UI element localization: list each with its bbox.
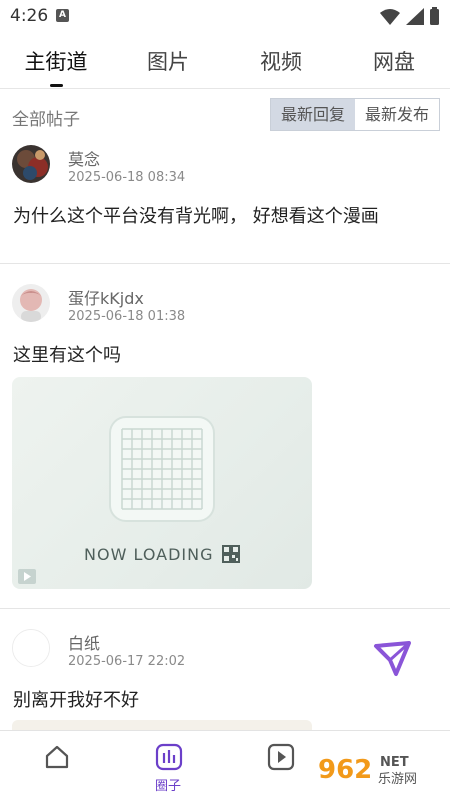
wifi-icon <box>380 9 400 25</box>
home-icon[interactable] <box>43 743 71 771</box>
tab-videos[interactable]: 视频 <box>225 46 337 76</box>
circle-chart-icon[interactable] <box>155 743 183 771</box>
qr-icon <box>222 545 240 563</box>
post-timestamp: 2025-06-18 08:34 <box>68 170 186 185</box>
nav-label-circle[interactable]: 圈子 <box>155 775 181 794</box>
top-tabs: 主街道 图片 视频 网盘 <box>0 38 450 89</box>
post-text: 这里有这个吗 <box>13 345 121 366</box>
post-text: 别离开我好不好 <box>13 690 139 711</box>
tab-netdisk[interactable]: 网盘 <box>338 46 450 76</box>
filter-bar: 全部帖子 最新回复 最新发布 <box>0 96 450 134</box>
avatar[interactable] <box>12 284 50 322</box>
signal-icon <box>406 8 424 25</box>
avatar[interactable] <box>12 629 50 667</box>
watermark-sub: 乐游网 <box>378 772 417 787</box>
post-timestamp: 2025-06-17 22:02 <box>68 654 186 669</box>
watermark-net: NET <box>380 755 409 770</box>
sort-segment: 最新回复 最新发布 <box>270 98 440 131</box>
status-bar: 4:26 A <box>0 0 450 32</box>
post-timestamp: 2025-06-18 01:38 <box>68 309 186 324</box>
all-posts-label: 全部帖子 <box>12 110 80 130</box>
post-divider <box>0 608 450 609</box>
post-divider <box>0 263 450 264</box>
active-tab-indicator <box>50 84 63 87</box>
play-icon <box>18 569 36 584</box>
avatar[interactable] <box>12 145 50 183</box>
notification-icon: A <box>56 9 69 22</box>
post-username: 白纸 <box>68 634 101 653</box>
status-time: 4:26 <box>10 6 49 26</box>
tab-main-street[interactable]: 主街道 <box>0 46 112 76</box>
system-icons <box>380 7 439 25</box>
post-image-preview[interactable] <box>12 720 312 730</box>
loading-grid-graphic <box>109 416 215 522</box>
share-icon[interactable] <box>372 638 412 678</box>
watermark-logo: 962 NET 乐游网 <box>312 745 447 789</box>
tab-pictures[interactable]: 图片 <box>112 46 224 76</box>
post-username: 莫念 <box>68 150 101 169</box>
post-username: 蛋仔kKjdx <box>68 289 144 308</box>
sort-latest-post-button[interactable]: 最新发布 <box>355 99 439 130</box>
sort-latest-reply-button[interactable]: 最新回复 <box>271 99 355 130</box>
battery-icon <box>430 9 439 25</box>
watermark-number: 962 <box>318 755 372 785</box>
post-text: 为什么这个平台没有背光啊， 好想看这个漫画 <box>13 206 379 227</box>
play-video-icon[interactable] <box>267 743 295 771</box>
post-image[interactable]: NOW LOADING <box>12 377 312 589</box>
loading-text: NOW LOADING <box>84 545 214 564</box>
